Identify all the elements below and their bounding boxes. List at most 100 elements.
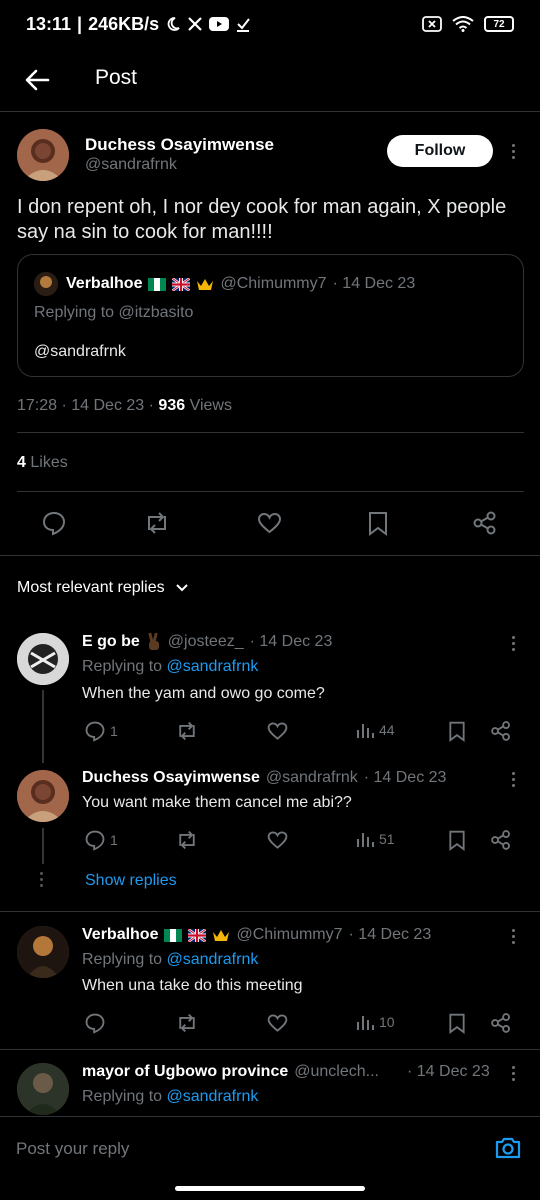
- reply-bookmark-button[interactable]: [447, 1012, 467, 1034]
- likes-label: Likes: [30, 454, 68, 471]
- divider: [17, 491, 524, 492]
- share-icon: [473, 511, 496, 535]
- youtube-icon: [209, 17, 230, 31]
- crown-icon: [212, 928, 230, 943]
- reply-button[interactable]: [41, 510, 67, 536]
- heart-icon: [257, 512, 282, 534]
- reply-more-button[interactable]: [503, 631, 523, 655]
- nigeria-flag-icon: [164, 928, 183, 942]
- analytics-icon: [357, 1016, 374, 1030]
- reply-author-handle[interactable]: @sandrafrnk: [266, 769, 358, 787]
- reply-more-button[interactable]: [503, 767, 523, 791]
- reply-like-button[interactable]: [266, 720, 289, 742]
- replying-to-link[interactable]: @sandrafrnk: [167, 658, 259, 675]
- reply-like-button[interactable]: [266, 829, 289, 851]
- reply-views-button[interactable]: 44: [355, 720, 395, 740]
- views-label: Views: [189, 397, 232, 414]
- thread-line: [42, 828, 44, 864]
- reply-bookmark-button[interactable]: [447, 829, 467, 851]
- post-text: I don repent oh, I nor dey cook for man …: [17, 196, 507, 243]
- reply-text: You want make them cancel me abi??: [82, 794, 352, 811]
- repost-icon: [179, 721, 195, 741]
- download-done-icon: [235, 16, 251, 32]
- replies-filter-label: Most relevant replies: [17, 579, 165, 596]
- post-more-button[interactable]: [503, 139, 523, 163]
- home-indicator[interactable]: [175, 1186, 365, 1191]
- crown-icon: [196, 277, 214, 292]
- reply-author-name[interactable]: mayor of Ugbowo province: [82, 1063, 288, 1081]
- reply-avatar[interactable]: [17, 770, 69, 822]
- reply-avatar[interactable]: [17, 1063, 69, 1115]
- reply-bookmark-button[interactable]: [447, 720, 467, 742]
- likes-stat[interactable]: 4 Likes: [17, 454, 68, 472]
- x-logo-icon: [187, 16, 203, 32]
- reply-author-name[interactable]: Verbalhoe: [82, 926, 158, 944]
- reply-author-name[interactable]: Duchess Osayimwense: [82, 769, 260, 787]
- status-time: 13:11: [26, 13, 72, 34]
- battery-icon: 72: [484, 16, 514, 32]
- reply-date: · 14 Dec 23: [407, 1063, 490, 1080]
- author-handle[interactable]: @sandrafrnk: [85, 156, 177, 174]
- comment-icon: [85, 721, 105, 742]
- author-avatar[interactable]: [17, 129, 69, 181]
- comment-icon: [85, 830, 105, 851]
- reply-share-button[interactable]: [490, 720, 512, 742]
- share-icon: [491, 1013, 510, 1033]
- reply-avatar[interactable]: [17, 633, 69, 685]
- likes-count: 4: [17, 454, 26, 471]
- analytics-icon: [357, 724, 374, 738]
- author-name[interactable]: Duchess Osayimwense: [85, 135, 274, 155]
- reply-repost-button[interactable]: [175, 720, 199, 742]
- replies-filter-dropdown[interactable]: Most relevant replies: [17, 579, 189, 597]
- camera-button[interactable]: [494, 1134, 522, 1162]
- chevron-down-icon: [175, 584, 188, 592]
- reply-date: · 14 Dec 23: [348, 926, 432, 943]
- analytics-icon: [357, 833, 374, 847]
- quoted-post[interactable]: Verbalhoe @Chimummy7 · 14 Dec 23 Replyin…: [17, 254, 524, 377]
- like-button[interactable]: [256, 510, 283, 536]
- bookmark-icon: [449, 1013, 465, 1034]
- arrow-left-icon: [25, 69, 50, 91]
- reply-author-handle[interactable]: @josteez_: [168, 633, 244, 651]
- reply-comment-button[interactable]: 1: [84, 829, 118, 851]
- show-replies-link[interactable]: Show replies: [85, 872, 177, 890]
- reply-author-name[interactable]: E go be: [82, 633, 140, 651]
- reply-avatar[interactable]: [17, 926, 69, 978]
- reply-repost-button[interactable]: [175, 1012, 199, 1034]
- back-button[interactable]: [22, 64, 54, 96]
- page-title: Post: [95, 66, 138, 89]
- reply-comment-button[interactable]: [84, 1012, 106, 1034]
- quote-body: @sandrafrnk: [34, 343, 126, 360]
- replying-to-label: Replying to: [82, 951, 163, 968]
- reply-more-button[interactable]: [503, 1061, 523, 1085]
- reply-more-button[interactable]: [503, 924, 523, 948]
- share-button[interactable]: [472, 510, 498, 536]
- replying-to-label: Replying to: [82, 1088, 163, 1105]
- share-icon: [491, 830, 510, 850]
- reply-input[interactable]: [16, 1135, 456, 1163]
- reply-like-button[interactable]: [266, 1012, 289, 1034]
- share-icon: [491, 721, 510, 741]
- uk-flag-icon: [187, 927, 208, 943]
- reply-author-handle[interactable]: @unclech...: [294, 1063, 379, 1081]
- camera-icon: [495, 1137, 521, 1159]
- reply-views-count: 51: [379, 831, 395, 847]
- replying-to-link[interactable]: @sandrafrnk: [167, 1088, 259, 1105]
- reply-share-button[interactable]: [490, 1012, 512, 1034]
- reply-share-button[interactable]: [490, 829, 512, 851]
- repost-button[interactable]: [143, 510, 171, 536]
- replying-to-link[interactable]: @sandrafrnk: [167, 951, 259, 968]
- bookmark-button[interactable]: [366, 510, 390, 536]
- reply-comment-button[interactable]: 1: [84, 720, 118, 742]
- follow-button[interactable]: Follow: [387, 135, 493, 167]
- moon-icon: [165, 16, 181, 32]
- heart-icon: [267, 1014, 288, 1032]
- reply-repost-button[interactable]: [175, 829, 199, 851]
- reply-text: When the yam and owo go come?: [82, 685, 325, 702]
- bookmark-icon: [449, 830, 465, 851]
- reply-author-handle[interactable]: @Chimummy7: [236, 926, 342, 944]
- reply-views-button[interactable]: 10: [355, 1012, 395, 1032]
- victory-hand-icon: [146, 632, 162, 651]
- quote-date: · 14 Dec 23: [332, 275, 416, 292]
- reply-views-button[interactable]: 51: [355, 829, 395, 849]
